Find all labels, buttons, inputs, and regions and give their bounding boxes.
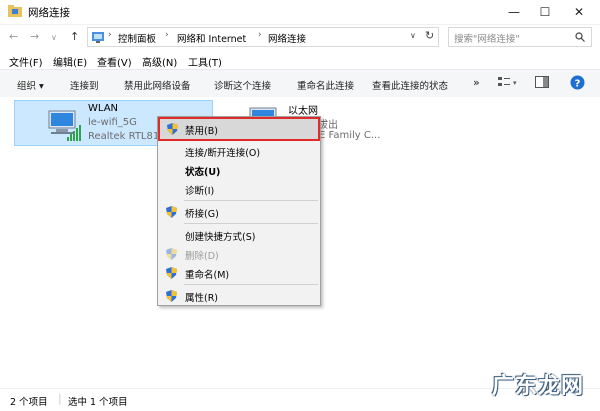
menu-separator [184, 223, 318, 224]
menu-item-label: 删除(D) [185, 251, 219, 262]
uac-shield-icon [166, 206, 177, 218]
diagnose-button[interactable]: 诊断这个连接 [214, 78, 271, 92]
breadcrumb-control-panel[interactable]: 控制面板 [118, 31, 156, 45]
menu-item-label: 状态(U) [185, 167, 221, 178]
breadcrumb-separator: › [165, 30, 169, 40]
preview-pane-icon[interactable] [535, 76, 549, 91]
menu-item-bridge[interactable]: 桥接(G) [158, 202, 320, 221]
menu-item-label: 属性(R) [185, 293, 219, 304]
search-icon [575, 32, 585, 42]
organize-button[interactable]: 组织 ▾ [17, 78, 44, 92]
item-count: 2 个项目 [10, 397, 48, 408]
menu-item-status[interactable]: 状态(U) [158, 160, 320, 179]
menu-separator [184, 284, 318, 285]
context-menu: 禁用(B) 连接/断开连接(O) 状态(U) 诊断(I) 桥接(G) 创建快捷方… [157, 116, 321, 306]
menu-item-label: 重命名(M) [185, 270, 230, 281]
address-box[interactable]: › 控制面板 › 网络和 Internet › 网络连接 ∨ ↻ [87, 27, 439, 47]
rename-button[interactable]: 重命名此连接 [297, 78, 354, 92]
view-status-button[interactable]: 查看此连接的状态 [372, 78, 448, 92]
back-button[interactable]: ← [9, 30, 18, 43]
menu-item-delete: 删除(D) [158, 244, 320, 263]
search-box[interactable]: 搜索"网络连接" [448, 27, 592, 47]
refresh-icon[interactable]: ↻ [425, 29, 434, 42]
menu-separator [184, 200, 318, 201]
breadcrumb-separator: › [108, 30, 112, 40]
menu-view[interactable]: 查看(V) [97, 54, 132, 69]
search-input[interactable]: 搜索"网络连接" [454, 31, 520, 45]
menu-item-rename[interactable]: 重命名(M) [158, 263, 320, 282]
connection-adapter: Realtek RTL81 [88, 131, 160, 142]
menu-file[interactable]: 文件(F) [9, 54, 43, 69]
minimize-icon: — [508, 5, 520, 19]
close-icon: ✕ [573, 5, 585, 19]
change-view-icon[interactable]: ▾ [498, 76, 518, 91]
menu-advanced[interactable]: 高级(N) [142, 54, 177, 69]
help-icon[interactable]: ? [570, 75, 585, 93]
menu-item-connect-disconnect[interactable]: 连接/断开连接(O) [158, 141, 320, 160]
svg-text:▾: ▾ [513, 79, 517, 87]
selected-count: 选中 1 个项目 [68, 397, 128, 408]
close-button[interactable]: ✕ [562, 0, 596, 24]
window-title: 网络连接 [28, 7, 70, 19]
more-commands-button[interactable]: » [473, 76, 480, 89]
menu-item-label: 诊断(I) [185, 186, 215, 197]
connect-to-button[interactable]: 连接到 [70, 78, 99, 92]
breadcrumb-network-connections[interactable]: 网络连接 [268, 31, 306, 45]
menu-tools[interactable]: 工具(T) [188, 54, 222, 69]
menu-item-disable-highlight[interactable]: 禁用(B) [158, 117, 320, 141]
breadcrumb-separator: › [258, 30, 262, 40]
uac-shield-icon [166, 267, 177, 279]
address-dropdown-icon[interactable]: ∨ [410, 31, 416, 40]
svg-text:?: ? [575, 79, 581, 90]
menu-item-label: 桥接(G) [185, 209, 219, 220]
menu-bar: 文件(F) 编辑(E) 查看(V) 高级(N) 工具(T) [0, 51, 600, 69]
uac-shield-icon [166, 290, 177, 302]
wireless-adapter-icon [48, 110, 81, 141]
network-folder-icon [8, 5, 22, 17]
watermark-logo: 广东龙网 [492, 373, 585, 399]
maximize-button[interactable]: ☐ [528, 0, 562, 24]
control-panel-icon [92, 32, 104, 43]
menu-item-diagnose[interactable]: 诊断(I) [158, 179, 320, 198]
uac-shield-icon [166, 248, 177, 260]
disable-device-button[interactable]: 禁用此网络设备 [124, 78, 191, 92]
status-divider: | [58, 392, 62, 405]
connection-name: WLAN [88, 103, 119, 114]
menu-item-properties[interactable]: 属性(R) [158, 286, 320, 305]
menu-item-label: 禁用(B) [185, 126, 218, 137]
up-button[interactable]: ↑ [70, 30, 79, 43]
menu-item-label: 连接/断开连接(O) [185, 148, 261, 159]
connection-network: le-wifi_5G [88, 117, 137, 128]
command-toolbar: 组织 ▾ 连接到 禁用此网络设备 诊断这个连接 重命名此连接 查看此连接的状态 … [0, 69, 600, 98]
title-bar: 网络连接 — ☐ ✕ [0, 0, 600, 25]
connection-name: 以太网 [288, 106, 318, 117]
minimize-button[interactable]: — [497, 0, 531, 24]
maximize-icon: ☐ [539, 5, 551, 19]
uac-shield-icon [167, 123, 178, 135]
recent-dropdown-button[interactable]: ∨ [51, 33, 57, 42]
menu-edit[interactable]: 编辑(E) [53, 54, 87, 69]
menu-item-create-shortcut[interactable]: 创建快捷方式(S) [158, 225, 320, 244]
forward-button[interactable]: → [30, 30, 39, 43]
breadcrumb-network-internet[interactable]: 网络和 Internet [177, 31, 246, 45]
menu-item-label: 创建快捷方式(S) [185, 232, 256, 243]
